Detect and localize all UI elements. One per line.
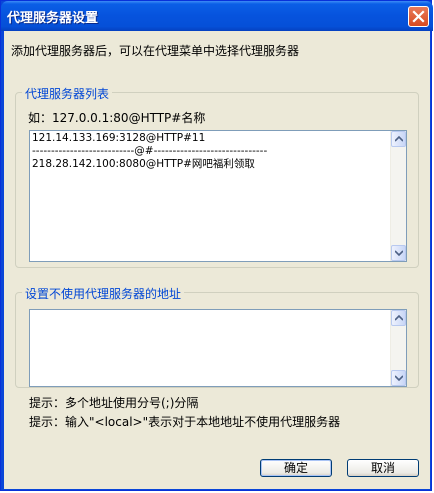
proxy-settings-dialog: 代理服务器设置 添加代理服务器后，可以在代理菜单中选择代理服务器 代理服务器列表… <box>0 0 433 491</box>
proxy-line: ---------------------------@#-----------… <box>32 145 268 157</box>
close-icon <box>412 10 425 23</box>
arrow-down-icon <box>395 250 403 256</box>
local-hint: 提示：输入"<local>"表示对于本地地址不使用代理服务器 <box>29 415 341 429</box>
proxy-line: 218.28.142.100:8080@HTTP#网吧福利领取 <box>32 158 255 170</box>
dialog-body: 添加代理服务器后，可以在代理菜单中选择代理服务器 代理服务器列表 如：127.0… <box>4 31 430 489</box>
proxy-list-scrollbar[interactable] <box>390 131 406 261</box>
scroll-down-button[interactable] <box>391 370 406 386</box>
bypass-legend: 设置不使用代理服务器的地址 <box>22 285 185 302</box>
bypass-address-textarea[interactable] <box>29 309 407 387</box>
window-title: 代理服务器设置 <box>7 11 99 26</box>
close-button[interactable] <box>408 6 429 27</box>
arrow-down-icon <box>395 375 403 381</box>
ok-button[interactable]: 确定 <box>260 459 332 477</box>
arrow-up-icon <box>395 136 403 142</box>
proxy-line: 121.14.133.169:3128@HTTP#11 <box>32 132 206 144</box>
scroll-down-button[interactable] <box>391 245 406 261</box>
proxy-format-example: 如：127.0.0.1:80@HTTP#名称 <box>28 111 206 125</box>
proxy-list-content: 121.14.133.169:3128@HTTP#11 ------------… <box>32 132 388 171</box>
bypass-scrollbar[interactable] <box>390 310 406 386</box>
description-text: 添加代理服务器后，可以在代理菜单中选择代理服务器 <box>11 44 300 58</box>
separator-hint: 提示：多个地址使用分号(;)分隔 <box>29 396 199 410</box>
title-bar[interactable]: 代理服务器设置 <box>1 1 433 31</box>
arrow-up-icon <box>395 315 403 321</box>
proxy-list-textarea[interactable]: 121.14.133.169:3128@HTTP#11 ------------… <box>29 130 407 262</box>
cancel-button[interactable]: 取消 <box>347 459 419 477</box>
scroll-up-button[interactable] <box>391 310 406 326</box>
proxy-list-legend: 代理服务器列表 <box>22 85 113 102</box>
scroll-up-button[interactable] <box>391 131 406 147</box>
